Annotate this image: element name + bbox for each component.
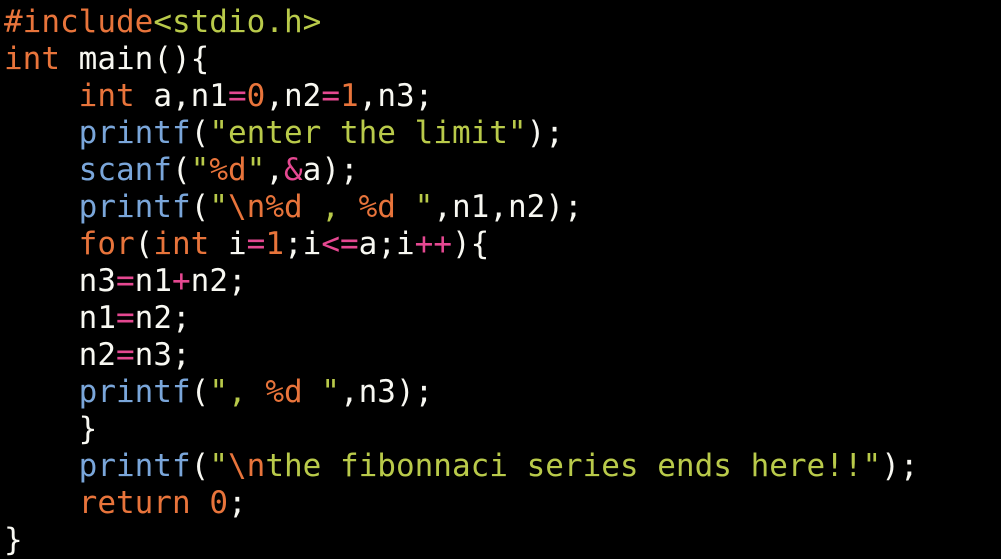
code-token-format-specifier: %d: [358, 189, 396, 225]
code-token-default-text: ,: [265, 152, 284, 188]
code-token-default-text: [4, 189, 79, 225]
code-line[interactable]: n2=n3;: [4, 337, 1001, 374]
code-line[interactable]: printf(", %d ",n3);: [4, 374, 1001, 411]
code-token-keyword: int: [153, 226, 210, 262]
code-editor[interactable]: #include<stdio.h> int main(){ int a,n1=0,…: [0, 0, 1001, 558]
code-token-escape: \n: [227, 448, 266, 484]
code-token-operator: ++: [414, 226, 452, 262]
code-token-string: ": [302, 374, 340, 410]
code-token-keyword: int: [78, 78, 135, 114]
code-token-function: printf: [78, 374, 191, 410]
code-line[interactable]: scanf("%d",&a);: [4, 152, 1001, 189]
code-token-string: ": [395, 189, 434, 225]
code-token-default-text: (: [190, 189, 210, 225]
code-line[interactable]: printf("\nthe fibonnaci series ends here…: [4, 448, 1001, 485]
code-token-operator: =: [227, 78, 247, 114]
code-token-default-text: (: [134, 226, 154, 262]
code-token-number: 0: [246, 78, 266, 114]
code-token-keyword: for: [78, 226, 135, 262]
code-line[interactable]: }: [4, 522, 1001, 559]
code-token-string: ": [246, 152, 266, 188]
code-line[interactable]: n1=n2;: [4, 300, 1001, 337]
code-token-default-text: (: [190, 448, 210, 484]
code-token-default-text: );: [881, 448, 919, 484]
code-line[interactable]: #include<stdio.h>: [4, 4, 1001, 41]
code-token-default-text: );: [526, 115, 564, 151]
code-token-preprocessor: #include: [4, 4, 154, 40]
code-line[interactable]: printf("enter the limit");: [4, 115, 1001, 152]
code-token-default-text: (: [190, 115, 210, 151]
code-token-string: ,: [302, 189, 359, 225]
code-token-default-text: n2;: [134, 300, 191, 336]
code-token-function: printf: [78, 448, 191, 484]
code-token-operator: =: [321, 78, 340, 114]
code-token-default-text: [4, 152, 79, 188]
code-line[interactable]: printf("\n%d , %d ",n1,n2);: [4, 189, 1001, 226]
code-token-escape: \n: [227, 189, 266, 225]
code-line[interactable]: int main(){: [4, 41, 1001, 78]
code-token-default-text: n2: [4, 337, 116, 373]
code-token-default-text: (: [171, 152, 191, 188]
code-token-format-specifier: %d: [265, 374, 303, 410]
code-token-default-text: i: [209, 226, 247, 262]
code-token-default-text: ;: [227, 485, 247, 521]
code-token-string: the fibonnaci series ends here!!": [265, 448, 882, 484]
code-token-function: scanf: [78, 152, 172, 188]
code-token-operator: +: [171, 263, 191, 299]
code-token-operator: <=: [321, 226, 359, 262]
code-token-operator: =: [115, 300, 135, 336]
code-token-default-text: n2;: [190, 263, 247, 299]
code-token-string: <stdio.h>: [153, 4, 322, 40]
code-token-default-text: n1: [134, 263, 172, 299]
code-token-default-text: [4, 78, 79, 114]
code-token-default-text: a,n1: [134, 78, 228, 114]
code-token-default-text: ;i: [284, 226, 322, 262]
code-token-default-text: a);: [302, 152, 359, 188]
code-token-string: "enter the limit": [209, 115, 527, 151]
code-line[interactable]: }: [4, 411, 1001, 448]
code-token-default-text: n3: [4, 263, 116, 299]
code-token-default-text: [4, 374, 79, 410]
code-token-number: 0: [209, 485, 228, 521]
code-token-default-text: }: [4, 522, 23, 558]
code-token-default-text: (: [190, 374, 210, 410]
code-line[interactable]: for(int i=1;i<=a;i++){: [4, 226, 1001, 263]
code-token-default-text: }: [4, 411, 98, 447]
code-token-operator: =: [115, 337, 135, 373]
code-token-default-text: main(){: [60, 41, 210, 77]
code-token-default-text: [4, 448, 79, 484]
code-token-string: ": [209, 448, 228, 484]
code-token-string: ": [209, 189, 228, 225]
code-token-operator: &: [284, 152, 303, 188]
code-token-keyword: return: [78, 485, 191, 521]
code-token-default-text: ,n3);: [339, 374, 434, 410]
code-area[interactable]: #include<stdio.h> int main(){ int a,n1=0,…: [4, 4, 1001, 559]
code-token-default-text: [4, 115, 79, 151]
code-token-default-text: n3;: [134, 337, 191, 373]
code-token-keyword: int: [4, 41, 60, 77]
code-token-default-text: a;i: [358, 226, 415, 262]
code-token-number: 1: [340, 78, 359, 114]
code-token-string: ",: [209, 374, 266, 410]
code-token-format-specifier: %d: [209, 152, 247, 188]
code-token-default-text: [4, 226, 79, 262]
code-token-default-text: ,n3;: [358, 78, 434, 114]
code-token-function: printf: [78, 115, 191, 151]
code-token-format-specifier: %d: [265, 189, 303, 225]
code-token-default-text: [4, 485, 79, 521]
code-token-string: ": [190, 152, 210, 188]
code-token-default-text: ){: [451, 226, 490, 262]
code-token-default-text: [191, 485, 210, 521]
code-line[interactable]: n3=n1+n2;: [4, 263, 1001, 300]
code-token-function: printf: [78, 189, 191, 225]
code-token-operator: =: [115, 263, 135, 299]
code-line[interactable]: int a,n1=0,n2=1,n3;: [4, 78, 1001, 115]
code-token-default-text: ,n1,n2);: [433, 189, 583, 225]
code-token-operator: =: [246, 226, 266, 262]
code-token-default-text: n1: [4, 300, 116, 336]
code-line[interactable]: return 0;: [4, 485, 1001, 522]
code-token-number: 1: [265, 226, 284, 262]
code-token-default-text: ,n2: [265, 78, 322, 114]
